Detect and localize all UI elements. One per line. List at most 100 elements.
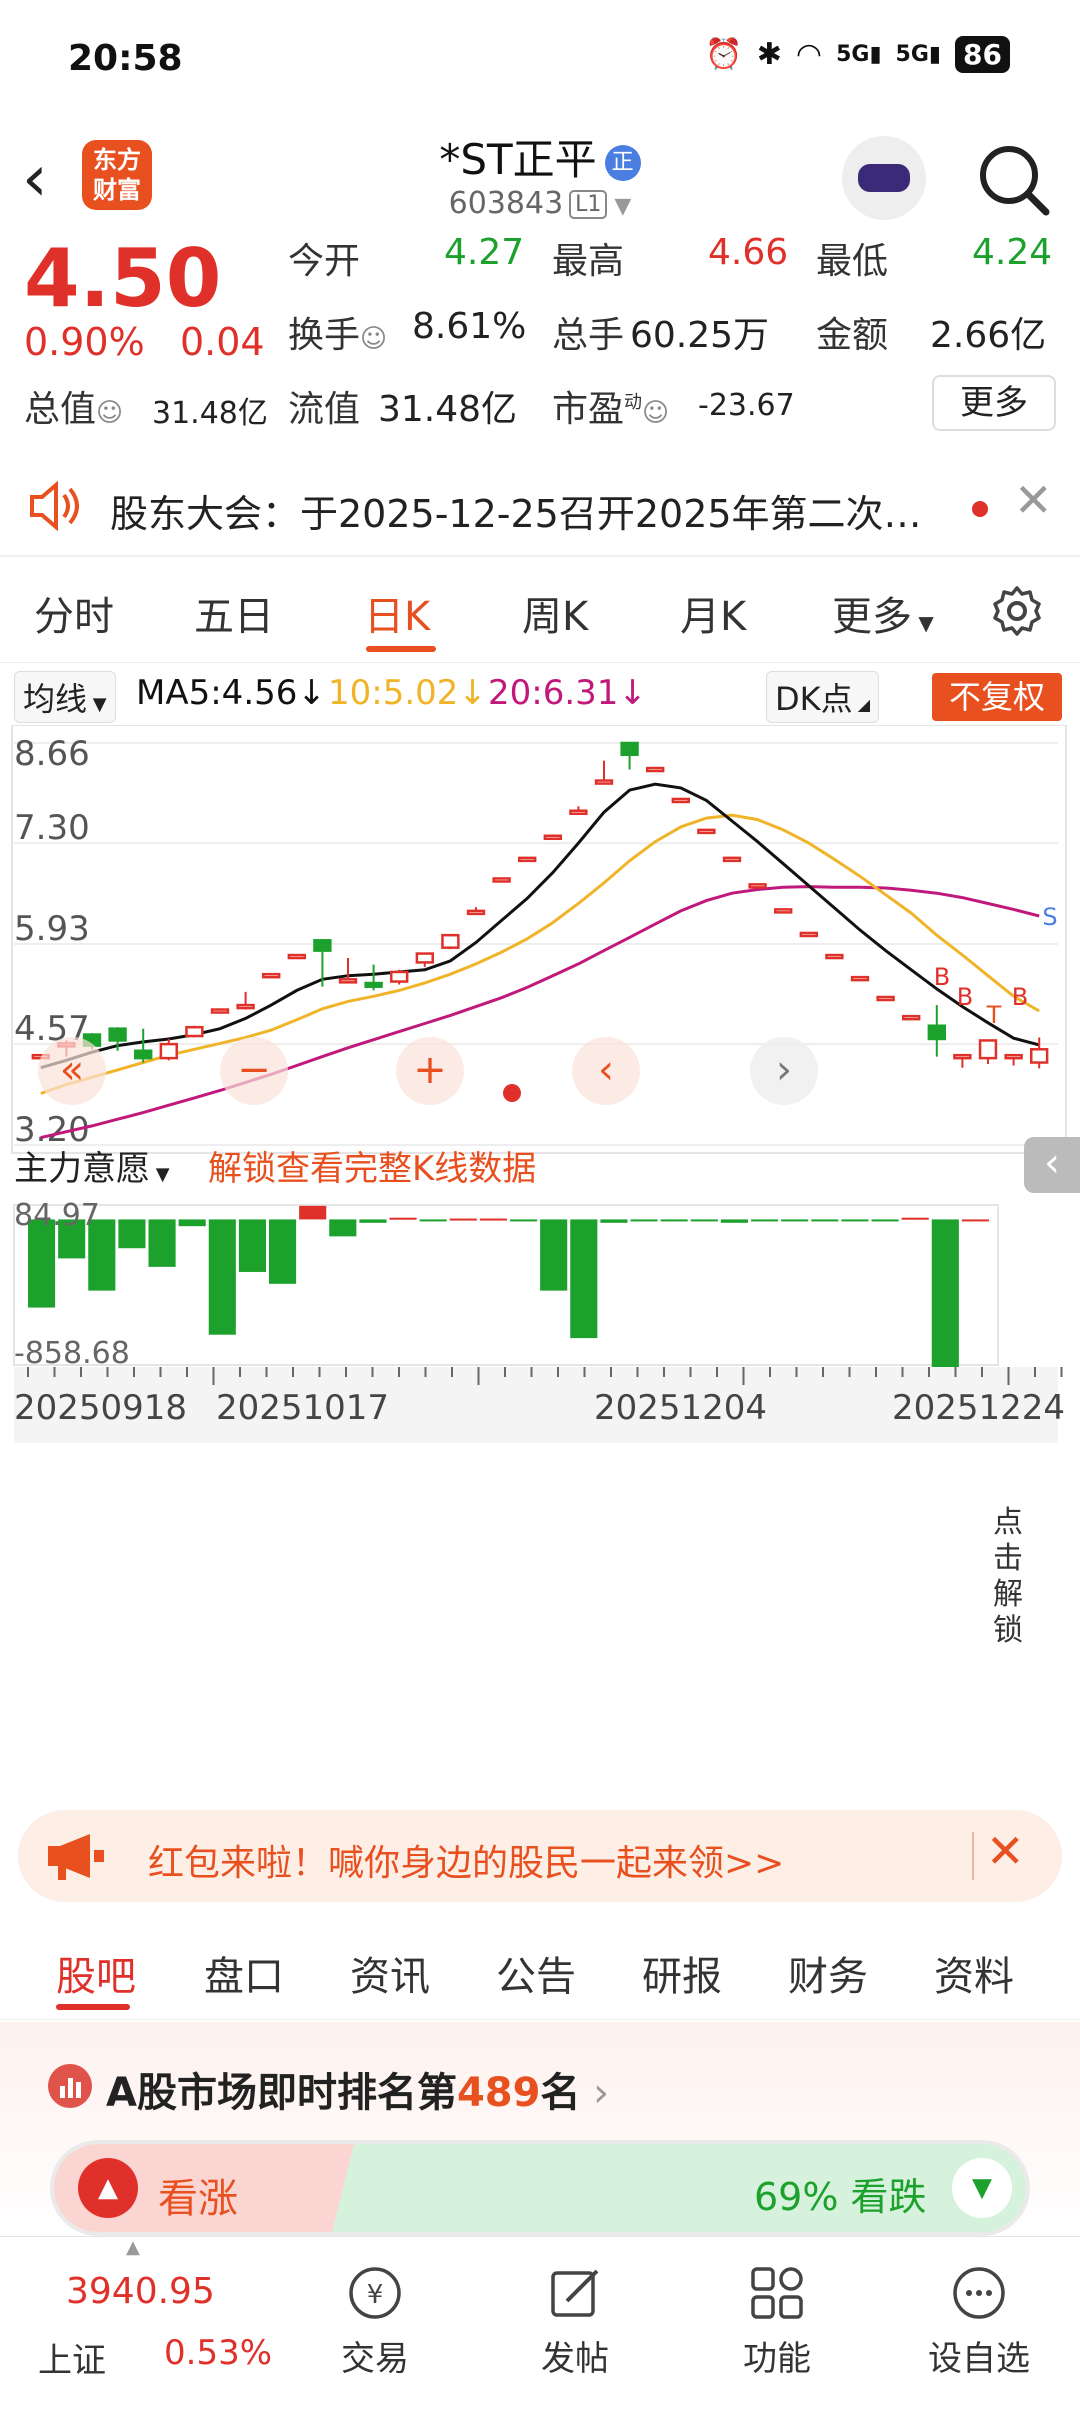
unlock-kline-link[interactable]: 解锁查看完整K线数据 (208, 1141, 536, 1190)
tab-news[interactable]: 资讯 (350, 1944, 430, 2002)
info-icon: ☺ (642, 398, 670, 428)
indicator-bar (178, 1219, 206, 1227)
candle-body (287, 953, 306, 960)
candle-body (441, 933, 460, 949)
more-button[interactable]: 更多 (932, 375, 1056, 431)
rank-text[interactable]: A股市场即时排名第489名 › (106, 2060, 609, 2118)
ma-selector[interactable]: 均线 ▼ (14, 671, 116, 723)
indicator-bar (570, 1219, 598, 1339)
index-value[interactable]: 3940.95 (66, 2271, 215, 2312)
click-unlock-label[interactable]: 点击解锁 (988, 1505, 1028, 1649)
banner-text[interactable]: 红包来啦！喊你身边的股民一起来领>> (148, 1834, 784, 1886)
assistant-robot-icon[interactable] (842, 136, 926, 220)
nav-add-watchlist[interactable]: 设自选 (904, 2263, 1054, 2380)
candle-body (492, 877, 511, 883)
candle-body (953, 1053, 972, 1060)
candle-body (569, 809, 588, 815)
rank-section: A股市场即时排名第489名 › ▲ 看涨 69% 看跌 ▼ (0, 2022, 1080, 2237)
vote-up-icon[interactable]: ▲ (78, 2158, 138, 2218)
indicator-bar (389, 1217, 417, 1220)
candle-body (262, 972, 281, 979)
chevron-down-icon: ▼ (607, 194, 632, 219)
red-envelope-banner[interactable]: 红包来啦！喊你身边的股民一起来领>> ✕ (18, 1810, 1062, 1902)
collapse-tab-icon[interactable]: ‹ (1024, 1137, 1080, 1193)
tab-weekly-k[interactable]: 周K (522, 584, 588, 642)
indicator-bar (961, 1219, 989, 1222)
indicator-bar (148, 1219, 176, 1267)
tab-daily-k[interactable]: 日K (364, 584, 430, 642)
caret-up-icon: ▲ (126, 2237, 140, 2258)
ma20-label: 20:6.31↓ (488, 673, 647, 713)
vote-down-icon[interactable]: ▼ (952, 2158, 1012, 2218)
tab-announcements[interactable]: 公告 (496, 1944, 576, 2002)
candle-body (210, 1008, 230, 1014)
settings-gear-icon[interactable] (990, 584, 1044, 638)
index-name[interactable]: 上证 (38, 2333, 106, 2382)
x-tick-label: 20251017 (216, 1388, 389, 1428)
vote-up-label[interactable]: 看涨 (158, 2166, 238, 2224)
candle-body (799, 931, 818, 938)
search-icon[interactable] (974, 140, 1054, 220)
alarm-icon: ⏰ (705, 37, 743, 72)
status-bar: 20:58 ⏰ ✱ ◠ 5G▮ 5G▮ 86 (0, 0, 1080, 120)
close-icon[interactable]: ✕ (1014, 473, 1053, 527)
indicator-bar (299, 1205, 327, 1220)
nav-post[interactable]: 发帖 (500, 2263, 650, 2380)
dk-point-selector[interactable]: DK点 ◢ (766, 671, 880, 723)
close-icon[interactable]: ✕ (986, 1824, 1025, 1878)
tab-monthly-k[interactable]: 月K (680, 584, 746, 642)
quote-panel: 4.50 0.90% 0.04 今开 4.27 最高 4.66 最低 4.24 … (0, 232, 1080, 455)
notice-bar[interactable]: 股东大会：于2025-12-25召开2025年第二次临... ✕ (0, 455, 1080, 555)
candle-body (927, 1024, 946, 1041)
candle-body (415, 952, 434, 964)
tab-finance[interactable]: 财务 (788, 1944, 868, 2002)
amount-value: 2.66亿 (930, 315, 1047, 356)
candle-body (134, 1049, 153, 1060)
marker-s: S (1042, 903, 1057, 931)
candle-body (390, 970, 409, 983)
caret-down-icon: ▼ (912, 611, 934, 635)
indicator-bar (479, 1218, 507, 1221)
indicator-bar (510, 1219, 538, 1222)
kline-chart[interactable]: 8.667.305.934.573.20 B B B T S « − + ‹ ›… (0, 725, 1080, 1785)
indicator-bar (419, 1219, 447, 1222)
nav-trade[interactable]: ¥ 交易 (300, 2263, 450, 2380)
zoom-in-icon: + (413, 1047, 447, 1093)
y-tick-label: 8.66 (14, 734, 90, 774)
indicator-bar (690, 1219, 718, 1222)
status-icons: ⏰ ✱ ◠ 5G▮ 5G▮ 86 (705, 36, 1010, 73)
candle-body (466, 909, 486, 916)
price-adjust-button[interactable]: 不复权 (932, 673, 1062, 721)
unread-dot (972, 501, 988, 517)
indicator-bar (630, 1219, 658, 1222)
tab-more[interactable]: 更多 ▼ (832, 584, 934, 642)
prev-icon: ‹ (598, 1047, 614, 1093)
volume-value: 60.25万 (630, 315, 770, 356)
index-change[interactable]: 0.53% (164, 2333, 272, 2373)
candle-body (1030, 1048, 1049, 1064)
kline-tabs: 分时 五日 日K 周K 月K 更多 ▼ (0, 570, 1080, 660)
candle-body (671, 797, 690, 804)
amount-label: 金额 (816, 315, 889, 356)
pe-label: 市盈动☺ (552, 389, 670, 430)
indicator-bar (660, 1219, 688, 1222)
indicator-bar (811, 1219, 839, 1222)
candle-body (620, 741, 639, 757)
tab-pankou[interactable]: 盘口 (204, 1944, 284, 2002)
content-tabs: 股吧 盘口 资讯 公告 研报 财务 资料 (0, 1920, 1080, 2020)
candle-body (697, 828, 716, 835)
tab-research[interactable]: 研报 (642, 1944, 722, 2002)
marker-b1: B (934, 963, 950, 991)
candle-body (722, 856, 742, 863)
open-value: 4.27 (444, 232, 525, 273)
notice-text[interactable]: 股东大会：于2025-12-25召开2025年第二次临... (110, 483, 950, 538)
tab-intraday[interactable]: 分时 (34, 584, 114, 642)
indicator-selector[interactable]: 主力意愿 ▼ (14, 1141, 170, 1190)
tab-five-day[interactable]: 五日 (194, 584, 274, 642)
tab-profile[interactable]: 资料 (934, 1944, 1014, 2002)
tab-guba[interactable]: 股吧 (56, 1944, 136, 2002)
ma10-label: 10:5.02↓ (328, 673, 487, 713)
vote-down-label[interactable]: 69% 看跌 (754, 2166, 927, 2221)
nav-functions[interactable]: 功能 (702, 2263, 852, 2380)
candle-body (364, 981, 383, 988)
